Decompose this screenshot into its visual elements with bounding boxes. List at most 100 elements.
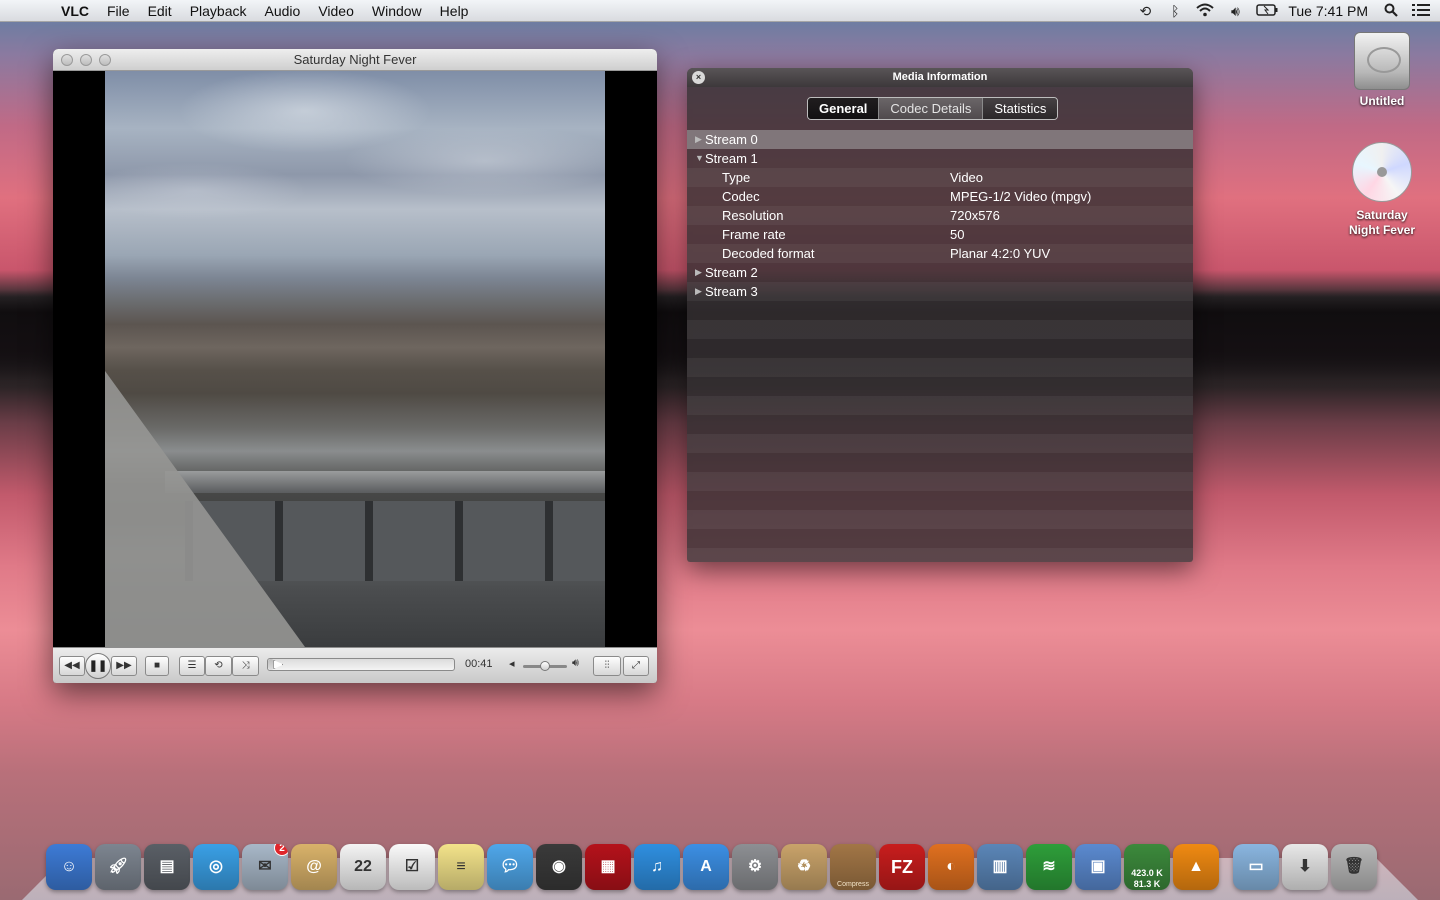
photo-browser-icon[interactable]: ▤ [144,844,190,890]
battery-icon[interactable] [1256,3,1278,19]
tree-row-field[interactable]: Resolution 720x576 [687,206,1193,225]
itunes-icon[interactable]: ♫ [634,844,680,890]
volume-slider[interactable] [523,661,567,671]
downloads-icon[interactable]: ⬇ [1282,844,1328,890]
equalizer-button[interactable]: ⫶⫶ [593,656,621,676]
volume-knob[interactable] [540,661,550,671]
network-upload-rate: 423.0 K [1131,868,1163,878]
close-button[interactable] [61,54,73,66]
trash-icon[interactable]: 🗑︎ [1331,844,1377,890]
activity-monitor-icon[interactable]: ▥ [977,844,1023,890]
media-info-titlebar[interactable]: × Media Information [687,68,1193,87]
launchpad-icon[interactable]: 🚀︎ [95,844,141,890]
volume-icon[interactable]: 🔊︎ [1226,3,1244,20]
tree-row-stream-3[interactable]: ▶ Stream 3 [687,282,1193,301]
finder-icon[interactable]: ☺ [46,844,92,890]
tree-row-field[interactable]: Frame rate 50 [687,225,1193,244]
video-area[interactable] [53,71,657,647]
player-controls: ◀◀ ❚❚ ▶▶ ■ ☰ ⟲ ⤨ 00:41 ◂ 🔊︎ ⫶⫶ ⤢ [53,647,657,683]
spotify-icon[interactable]: ≋ [1026,844,1072,890]
tree-row-field[interactable]: Codec MPEG-1/2 Video (mpgv) [687,187,1193,206]
video-sky [105,71,605,271]
calendar-icon[interactable]: 22 [340,844,386,890]
disclosure-triangle-open-icon[interactable]: ▼ [695,149,704,168]
firefox-icon[interactable]: ◐ [928,844,974,890]
mail-icon[interactable]: ✉ 2 [242,844,288,890]
notes-icon[interactable]: ≡ [438,844,484,890]
app-store-icon[interactable]: A [683,844,729,890]
messages-icon[interactable]: 💬︎ [487,844,533,890]
applications-folder-icon[interactable]: ▭ [1233,844,1279,890]
menu-help[interactable]: Help [431,0,478,22]
desktop-icon-untitled[interactable]: Untitled [1337,32,1427,109]
menu-app-vlc[interactable]: VLC [52,0,98,22]
tree-row-field[interactable]: Decoded format Planar 4:2:0 YUV [687,244,1193,263]
menu-window[interactable]: Window [363,0,431,22]
network-monitor-icon[interactable]: 423.0 K 81.3 K [1124,844,1170,890]
playlist-button[interactable]: ☰ [179,656,205,676]
reminders-icon[interactable]: ☑ [389,844,435,890]
close-icon[interactable]: × [692,71,705,84]
seek-bar-fill [268,659,274,670]
repeat-button[interactable]: ⟲ [205,656,232,676]
tree-row-stream-2[interactable]: ▶ Stream 2 [687,263,1193,282]
field-value: 720x576 [950,208,1000,223]
menu-video[interactable]: Video [309,0,363,22]
recycle-icon[interactable]: ♻ [781,844,827,890]
zoom-button[interactable] [99,54,111,66]
menu-audio[interactable]: Audio [256,0,310,22]
spotlight-icon[interactable] [1382,3,1400,20]
player-title: Saturday Night Fever [293,52,417,67]
seek-knob[interactable] [273,660,284,669]
seek-bar[interactable] [267,658,455,671]
network-download-rate: 81.3 K [1133,879,1161,889]
media-info-title: Media Information [892,71,988,83]
filezilla-icon[interactable]: FZ [879,844,925,890]
tab-codec-details[interactable]: Codec Details [879,98,984,119]
window-controls [61,54,111,66]
notification-list-icon[interactable] [1412,3,1430,20]
tree-row-stream-1[interactable]: ▼ Stream 1 [687,149,1193,168]
fullscreen-button[interactable]: ⤢ [623,656,649,676]
photo-booth-icon[interactable]: ▦ [585,844,631,890]
media-info-tabs: General Codec Details Statistics [807,97,1059,120]
disclosure-triangle-icon[interactable]: ▶ [695,130,702,149]
bluetooth-icon[interactable]: ᛒ [1166,3,1184,19]
player-titlebar[interactable]: Saturday Night Fever [53,49,657,71]
tab-statistics[interactable]: Statistics [983,98,1058,119]
field-value: 50 [950,227,965,242]
mail-badge: 2 [274,844,288,856]
stop-button[interactable]: ■ [145,656,169,676]
facetime-icon[interactable]: ◉ [536,844,582,890]
field-key: Frame rate [722,227,786,242]
tree-empty-rows [687,320,1193,562]
volume-high-icon: 🔊︎ [572,657,579,669]
tree-row-field[interactable]: Type Video [687,168,1193,187]
menu-playback[interactable]: Playback [181,0,256,22]
menu-file[interactable]: File [98,0,139,22]
disclosure-triangle-icon[interactable]: ▶ [695,263,702,282]
menubar-clock[interactable]: Tue 7:41 PM [1288,3,1368,19]
elapsed-time: 00:41 [465,658,493,670]
shuffle-button[interactable]: ⤨ [232,656,259,676]
preview-icon[interactable]: ▣ [1075,844,1121,890]
time-machine-icon[interactable]: ⟲ [1136,3,1154,20]
tab-general[interactable]: General [808,98,880,119]
vlc-icon[interactable]: ▲ [1173,844,1219,890]
tree-row-stream-0[interactable]: ▶ Stream 0 [687,130,1193,149]
desktop-icon-dvd[interactable]: Saturday Night Fever [1337,142,1427,238]
field-value: MPEG-1/2 Video (mpgv) [950,189,1092,204]
disclosure-triangle-icon[interactable]: ▶ [695,282,702,301]
menu-edit[interactable]: Edit [139,0,181,22]
fast-forward-button[interactable]: ▶▶ [111,656,137,676]
safari-icon[interactable]: ◎ [193,844,239,890]
codec-tree: ▶ Stream 0 ▼ Stream 1 Type Video Codec M… [687,130,1193,301]
system-preferences-icon[interactable]: ⚙ [732,844,778,890]
rewind-button[interactable]: ◀◀ [59,656,85,676]
media-information-panel: × Media Information General Codec Detail… [687,68,1193,562]
archive-icon[interactable]: Compress [830,844,876,890]
minimize-button[interactable] [80,54,92,66]
wifi-icon[interactable] [1196,3,1215,20]
contacts-icon[interactable]: @ [291,844,337,890]
pause-button[interactable]: ❚❚ [85,653,111,679]
